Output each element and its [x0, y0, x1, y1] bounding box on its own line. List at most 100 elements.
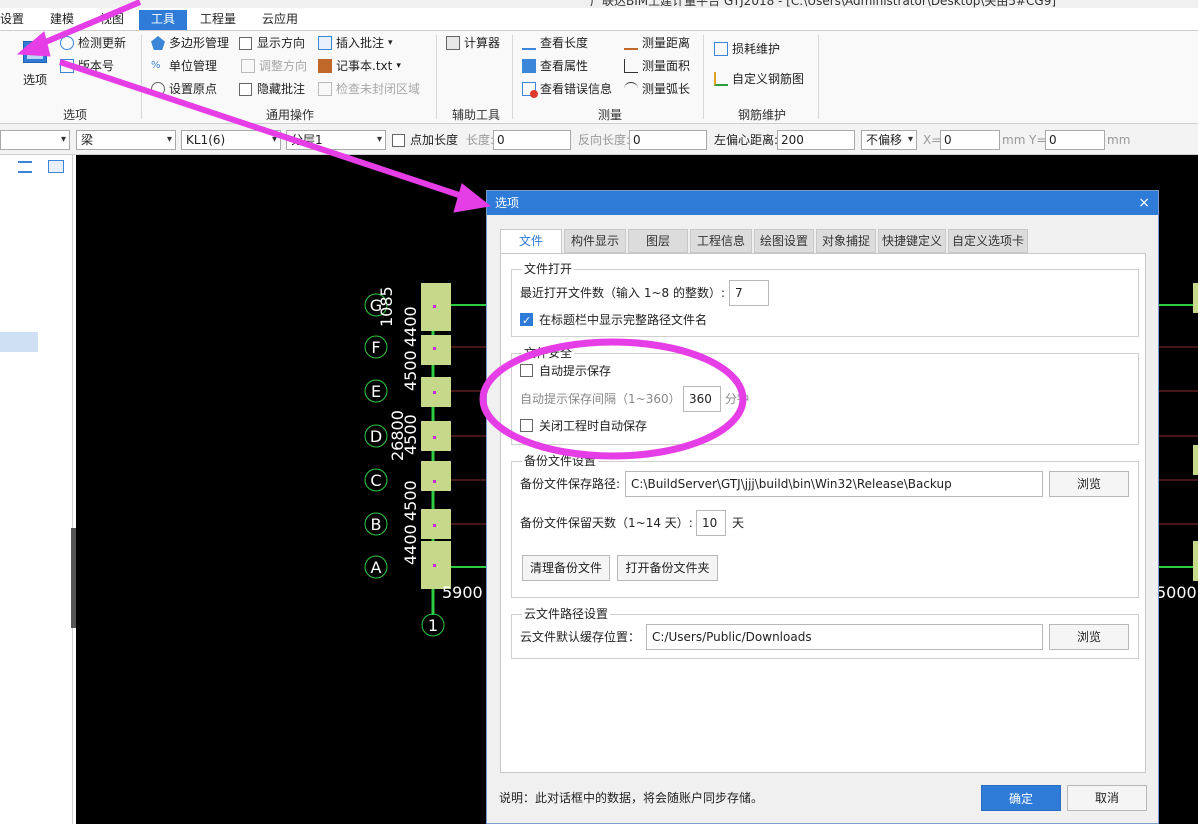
window-title: 广联达BIM土建计量平台 GTJ2018 - [C:\Users\Adminis…: [590, 0, 1057, 8]
tab-layers[interactable]: 图层: [628, 229, 688, 253]
backup-days-label: 备份文件保留天数（1~14 天）:: [520, 516, 693, 530]
y-input[interactable]: 0: [1045, 130, 1105, 150]
menu-settings[interactable]: 设置: [0, 10, 32, 30]
length-icon: [522, 36, 536, 50]
axis-bubble-label: B: [371, 515, 382, 534]
show-full-path-checkbox[interactable]: 在标题栏中显示完整路径文件名: [520, 310, 707, 331]
cancel-button[interactable]: 取消: [1067, 785, 1147, 811]
view-length-button[interactable]: 查看长度: [522, 33, 588, 53]
menu-view[interactable]: 视图: [100, 10, 130, 30]
length-input[interactable]: 0: [493, 130, 571, 150]
notepad-icon: [318, 59, 332, 73]
cloud-cache-input[interactable]: C:/Users/Public/Downloads: [646, 624, 1043, 650]
tab-file[interactable]: 文件: [500, 229, 562, 254]
category-select[interactable]: [0, 130, 70, 150]
check-update-button[interactable]: 检测更新: [60, 33, 126, 53]
view-property-button[interactable]: 查看属性: [522, 56, 588, 76]
y-label: Y=: [1029, 133, 1047, 147]
version-button[interactable]: 版本号: [60, 56, 114, 76]
distance-icon: [624, 36, 638, 50]
x-input[interactable]: 0: [940, 130, 1000, 150]
ok-button[interactable]: 确定: [981, 785, 1061, 811]
unit-mgmt-button[interactable]: % 单位管理: [151, 56, 217, 76]
legend-backup: 备份文件设置: [522, 453, 599, 469]
save-interval-label: 自动提示保存间隔（1~360）: [520, 392, 681, 406]
backup-days-input[interactable]: 10: [696, 510, 726, 536]
open-backup-folder-button[interactable]: 打开备份文件夹: [617, 555, 718, 581]
checkbox-icon: [239, 36, 252, 50]
options-dialog: 选项 × 文件 构件显示 图层 工程信息 绘图设置 对象捕捉 快捷键定义 自定义…: [486, 190, 1159, 824]
menu-tools[interactable]: 工具: [139, 10, 187, 30]
backup-days-unit: 天: [732, 516, 745, 530]
options-icon: [23, 41, 47, 63]
property-icon: [522, 59, 536, 73]
auto-save-prompt-checkbox[interactable]: 自动提示保存: [520, 361, 611, 381]
type-select[interactable]: 梁: [76, 130, 176, 150]
menu-bar: 设置 建模 视图 工具 工程量 云应用: [0, 8, 1198, 30]
close-icon[interactable]: ×: [1138, 191, 1150, 215]
notepad-button[interactable]: 记事本.txt ▾: [318, 56, 401, 76]
measure-distance-button[interactable]: 测量距离: [624, 33, 690, 53]
view-errors-button[interactable]: 查看错误信息: [522, 79, 612, 99]
area-icon: [624, 59, 638, 73]
add-length-checkbox[interactable]: 点加长度: [392, 130, 458, 150]
menu-cloud[interactable]: 云应用: [262, 10, 302, 30]
left-offset-input[interactable]: 200: [777, 130, 855, 150]
component-select[interactable]: KL1(6): [181, 130, 281, 150]
calculator-button[interactable]: 计算器: [446, 33, 500, 53]
axis-bubble-label: D: [370, 427, 382, 446]
reverse-length-input[interactable]: 0: [629, 130, 707, 150]
list-view-icon[interactable]: [18, 161, 32, 173]
group-label-general: 通用操作: [265, 108, 314, 122]
offset-mode-select[interactable]: 不偏移: [861, 130, 917, 150]
length-label: 长度:: [466, 133, 495, 147]
tab-object-snap[interactable]: 对象捕捉: [816, 229, 876, 253]
measure-arc-button[interactable]: 测量弧长: [624, 79, 690, 99]
dim-4500-f: 4500: [401, 350, 420, 391]
menu-modeling[interactable]: 建模: [50, 10, 80, 30]
legend-file-open: 文件打开: [522, 261, 575, 277]
tab-shortcuts[interactable]: 快捷键定义: [878, 229, 946, 253]
loss-maintain-button[interactable]: 损耗维护: [714, 39, 780, 59]
panel-view-icon[interactable]: [48, 160, 64, 173]
property-toolbar: 梁 KL1(6) 分层1 点加长度 长度: 0 反向长度: 0 左偏心距离: 2…: [0, 124, 1198, 155]
options-label: 选项: [22, 73, 47, 87]
refresh-icon: [60, 36, 74, 50]
backup-browse-button[interactable]: 浏览: [1049, 471, 1129, 497]
tab-project-info[interactable]: 工程信息: [690, 229, 752, 253]
save-interval-input[interactable]: 360: [683, 386, 721, 412]
ribbon: 选项 检测更新 版本号 选项 多边形管理 % 单位管理 设置原点 显示方向 调整…: [0, 30, 1198, 124]
version-icon: [60, 59, 74, 73]
layer-select[interactable]: 分层1: [286, 130, 386, 150]
origin-icon: [151, 82, 165, 96]
check-unclosed-button[interactable]: 检查未封闭区域: [318, 79, 420, 99]
chevron-down-icon: ▾: [388, 38, 393, 48]
dim-4400-top: 4400: [401, 306, 420, 347]
group-divider: [436, 35, 437, 119]
tab-custom[interactable]: 自定义选项卡: [948, 229, 1028, 253]
polygon-mgmt-button[interactable]: 多边形管理: [151, 33, 229, 53]
clear-backup-button[interactable]: 清理备份文件: [522, 555, 610, 581]
adjust-direction-button[interactable]: 调整方向: [241, 56, 307, 76]
bottom-dim: 5900: [442, 583, 483, 602]
save-on-close-checkbox[interactable]: 关闭工程时自动保存: [520, 416, 647, 436]
group-label-measure: 测量: [597, 108, 622, 122]
options-button[interactable]: 选项: [18, 39, 52, 89]
set-origin-button[interactable]: 设置原点: [151, 79, 217, 99]
calculator-icon: [446, 36, 460, 50]
selected-list-item[interactable]: [0, 332, 38, 352]
axis-bubble-label: A: [371, 558, 382, 577]
show-direction-checkbox[interactable]: 显示方向: [239, 33, 305, 53]
tab-component-display[interactable]: 构件显示: [564, 229, 626, 253]
x-unit-label: mm: [1002, 133, 1026, 147]
custom-rebar-button[interactable]: 自定义钢筋图: [714, 69, 804, 89]
hide-annotation-checkbox[interactable]: 隐藏批注: [239, 79, 305, 99]
backup-path-input[interactable]: C:\BuildServer\GTJ\jjj\build\bin\Win32\R…: [625, 471, 1043, 497]
tab-drawing-settings[interactable]: 绘图设置: [754, 229, 814, 253]
insert-annotation-button[interactable]: 插入批注 ▾: [318, 33, 393, 53]
unit-icon: %: [151, 60, 161, 71]
recent-files-input[interactable]: 7: [729, 280, 769, 306]
measure-area-button[interactable]: 测量面积: [624, 56, 690, 76]
menu-quantity[interactable]: 工程量: [200, 10, 240, 30]
cloud-browse-button[interactable]: 浏览: [1049, 624, 1129, 650]
